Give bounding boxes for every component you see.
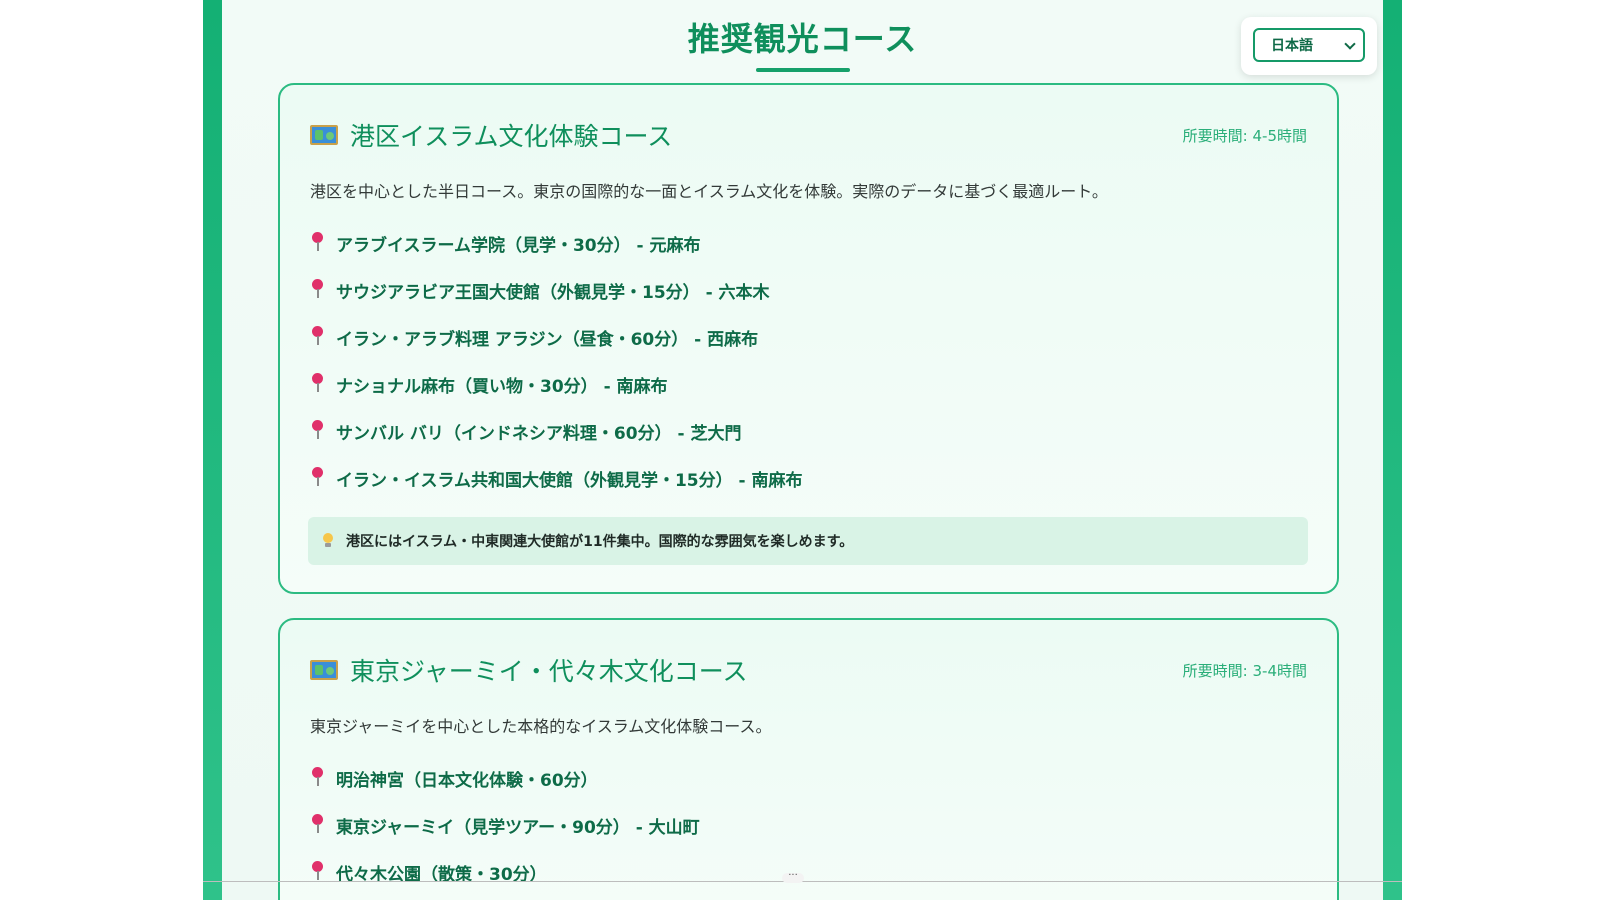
stop-label: アラブイスラーム学院（見学・30分） - 元麻布	[336, 236, 701, 256]
pin-icon	[310, 767, 326, 789]
course-title: 東京ジャーミイ・代々木文化コース	[350, 657, 748, 686]
lightbulb-icon	[322, 533, 334, 549]
map-icon	[310, 660, 338, 680]
course-tip: 港区にはイスラム・中東関連大使館が11件集中。国際的な雰囲気を楽しめます。	[308, 517, 1308, 565]
main-panel: 推奨観光コース 日本語 港区イスラム文化体験コース 所要時間: 4-5時間 港区…	[222, 0, 1383, 900]
stop-label: 東京ジャーミイ（見学ツアー・90分） - 大山町	[336, 818, 700, 838]
stop-label: イラン・アラブ料理 アラジン（昼食・60分） - 西麻布	[336, 330, 759, 350]
stop-item: サンバル バリ（インドネシア料理・60分） - 芝大門	[310, 419, 803, 466]
pin-icon	[310, 373, 326, 395]
page-frame: 推奨観光コース 日本語 港区イスラム文化体験コース 所要時間: 4-5時間 港区…	[203, 0, 1402, 900]
pin-icon	[310, 232, 326, 254]
pin-icon	[310, 420, 326, 442]
course-duration: 所要時間: 4-5時間	[1182, 127, 1307, 145]
course-card: 東京ジャーミイ・代々木文化コース 所要時間: 3-4時間 東京ジャーミイを中心と…	[278, 618, 1339, 900]
stop-item: アラブイスラーム学院（見学・30分） - 元麻布	[310, 231, 803, 278]
stop-label: サウジアラビア王国大使館（外観見学・15分） - 六本木	[336, 283, 770, 303]
stop-list: 明治神宮（日本文化体験・60分） 東京ジャーミイ（見学ツアー・90分） - 大山…	[310, 766, 700, 900]
stop-item: イラン・イスラム共和国大使館（外観見学・15分） - 南麻布	[310, 466, 803, 513]
stop-label: サンバル バリ（インドネシア料理・60分） - 芝大門	[336, 424, 742, 444]
course-duration: 所要時間: 3-4時間	[1182, 662, 1307, 680]
course-header: 港区イスラム文化体験コース	[310, 117, 672, 153]
pin-icon	[310, 814, 326, 836]
course-description: 東京ジャーミイを中心とした本格的なイスラム文化体験コース。	[310, 717, 772, 736]
pin-icon	[310, 326, 326, 348]
stop-item: 代々木公園（散策・30分）	[310, 860, 700, 900]
pin-icon	[310, 279, 326, 301]
language-select-value: 日本語	[1271, 38, 1313, 54]
course-header: 東京ジャーミイ・代々木文化コース	[310, 652, 748, 688]
course-card: 港区イスラム文化体験コース 所要時間: 4-5時間 港区を中心とした半日コース。…	[278, 83, 1339, 594]
title-underline	[756, 68, 850, 72]
stop-item: ナショナル麻布（買い物・30分） - 南麻布	[310, 372, 803, 419]
page-title: 推奨観光コース	[687, 20, 918, 58]
stop-item: サウジアラビア王国大使館（外観見学・15分） - 六本木	[310, 278, 803, 325]
language-select[interactable]: 日本語	[1253, 28, 1365, 62]
pin-icon	[310, 861, 326, 883]
stop-item: 東京ジャーミイ（見学ツアー・90分） - 大山町	[310, 813, 700, 860]
map-icon	[310, 125, 338, 145]
tip-text: 港区にはイスラム・中東関連大使館が11件集中。国際的な雰囲気を楽しめます。	[346, 534, 854, 550]
stop-label: 明治神宮（日本文化体験・60分）	[336, 771, 598, 791]
course-description: 港区を中心とした半日コース。東京の国際的な一面とイスラム文化を体験。実際のデータ…	[310, 182, 1108, 201]
chevron-down-icon	[1344, 38, 1356, 50]
resize-handle[interactable]: ···	[782, 871, 804, 883]
stop-label: イラン・イスラム共和国大使館（外観見学・15分） - 南麻布	[336, 471, 803, 491]
pin-icon	[310, 467, 326, 489]
stop-item: イラン・アラブ料理 アラジン（昼食・60分） - 西麻布	[310, 325, 803, 372]
stop-list: アラブイスラーム学院（見学・30分） - 元麻布 サウジアラビア王国大使館（外観…	[310, 231, 803, 513]
stop-item: 明治神宮（日本文化体験・60分）	[310, 766, 700, 813]
stop-label: ナショナル麻布（買い物・30分） - 南麻布	[336, 377, 668, 397]
language-selector-box: 日本語	[1241, 17, 1377, 75]
course-title: 港区イスラム文化体験コース	[350, 122, 673, 151]
